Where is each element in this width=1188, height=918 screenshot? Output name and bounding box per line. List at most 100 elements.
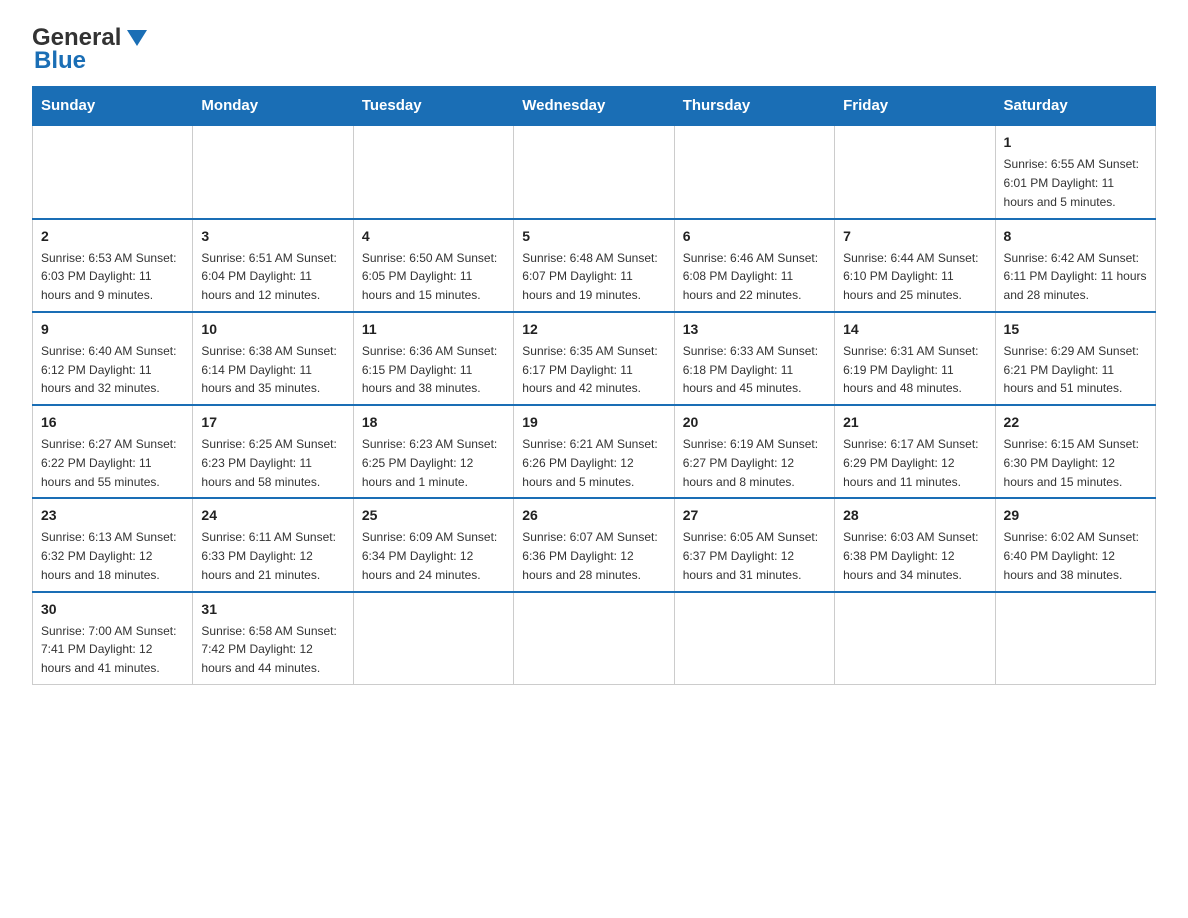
calendar-day-cell: 7 Sunrise: 6:44 AM Sunset: 6:10 PM Daylig…	[835, 219, 995, 312]
day-number: 27	[683, 505, 826, 526]
calendar-day-cell	[835, 125, 995, 218]
day-number: 29	[1004, 505, 1147, 526]
day-info: Sunrise: 6:38 AM Sunset: 6:14 PM Dayligh…	[201, 344, 336, 396]
day-of-week-header: Friday	[835, 87, 995, 126]
day-number: 13	[683, 319, 826, 340]
day-of-week-header: Sunday	[33, 87, 193, 126]
calendar-day-cell: 20 Sunrise: 6:19 AM Sunset: 6:27 PM Dayli…	[674, 405, 834, 498]
day-number: 7	[843, 226, 986, 247]
calendar-day-cell: 28 Sunrise: 6:03 AM Sunset: 6:38 PM Dayli…	[835, 498, 995, 591]
day-info: Sunrise: 6:36 AM Sunset: 6:15 PM Dayligh…	[362, 344, 497, 396]
logo: General Blue	[32, 24, 151, 74]
day-number: 23	[41, 505, 184, 526]
calendar-day-cell: 2 Sunrise: 6:53 AM Sunset: 6:03 PM Daylig…	[33, 219, 193, 312]
day-of-week-header: Saturday	[995, 87, 1155, 126]
calendar-day-cell: 5Sunrise: 6:48 AM Sunset: 6:07 PM Daylig…	[514, 219, 674, 312]
calendar-header-row: SundayMondayTuesdayWednesdayThursdayFrid…	[33, 87, 1156, 126]
day-number: 1	[1004, 132, 1147, 153]
logo-container: General Blue	[32, 24, 151, 74]
day-info: Sunrise: 6:50 AM Sunset: 6:05 PM Dayligh…	[362, 251, 497, 303]
day-number: 18	[362, 412, 505, 433]
day-of-week-header: Wednesday	[514, 87, 674, 126]
day-info: Sunrise: 6:03 AM Sunset: 6:38 PM Dayligh…	[843, 530, 978, 582]
calendar-day-cell: 15 Sunrise: 6:29 AM Sunset: 6:21 PM Dayli…	[995, 312, 1155, 405]
day-info: Sunrise: 6:17 AM Sunset: 6:29 PM Dayligh…	[843, 437, 978, 489]
day-number: 30	[41, 599, 184, 620]
day-number: 15	[1004, 319, 1147, 340]
calendar-day-cell: 16 Sunrise: 6:27 AM Sunset: 6:22 PM Dayli…	[33, 405, 193, 498]
calendar-day-cell	[995, 592, 1155, 685]
day-number: 3	[201, 226, 344, 247]
day-info: Sunrise: 6:19 AM Sunset: 6:27 PM Dayligh…	[683, 437, 818, 489]
day-number: 24	[201, 505, 344, 526]
calendar-week-row: 9Sunrise: 6:40 AM Sunset: 6:12 PM Daylig…	[33, 312, 1156, 405]
calendar-day-cell	[193, 125, 353, 218]
day-info: Sunrise: 6:09 AM Sunset: 6:34 PM Dayligh…	[362, 530, 497, 582]
day-info: Sunrise: 6:07 AM Sunset: 6:36 PM Dayligh…	[522, 530, 657, 582]
day-info: Sunrise: 6:13 AM Sunset: 6:32 PM Dayligh…	[41, 530, 176, 582]
day-number: 6	[683, 226, 826, 247]
day-of-week-header: Tuesday	[353, 87, 513, 126]
day-info: Sunrise: 6:55 AM Sunset: 6:01 PM Dayligh…	[1004, 157, 1139, 209]
day-number: 28	[843, 505, 986, 526]
day-info: Sunrise: 6:53 AM Sunset: 6:03 PM Dayligh…	[41, 251, 176, 303]
day-number: 10	[201, 319, 344, 340]
day-info: Sunrise: 6:02 AM Sunset: 6:40 PM Dayligh…	[1004, 530, 1139, 582]
calendar-day-cell: 10 Sunrise: 6:38 AM Sunset: 6:14 PM Dayli…	[193, 312, 353, 405]
calendar-day-cell: 14Sunrise: 6:31 AM Sunset: 6:19 PM Dayli…	[835, 312, 995, 405]
day-info: Sunrise: 6:21 AM Sunset: 6:26 PM Dayligh…	[522, 437, 657, 489]
day-info: Sunrise: 6:51 AM Sunset: 6:04 PM Dayligh…	[201, 251, 336, 303]
calendar-day-cell: 19Sunrise: 6:21 AM Sunset: 6:26 PM Dayli…	[514, 405, 674, 498]
day-number: 8	[1004, 226, 1147, 247]
calendar-week-row: 30Sunrise: 7:00 AM Sunset: 7:41 PM Dayli…	[33, 592, 1156, 685]
logo-blue-text: Blue	[34, 48, 86, 74]
calendar-day-cell: 3 Sunrise: 6:51 AM Sunset: 6:04 PM Daylig…	[193, 219, 353, 312]
calendar-table: SundayMondayTuesdayWednesdayThursdayFrid…	[32, 86, 1156, 685]
day-number: 20	[683, 412, 826, 433]
calendar-day-cell: 26Sunrise: 6:07 AM Sunset: 6:36 PM Dayli…	[514, 498, 674, 591]
calendar-day-cell: 4Sunrise: 6:50 AM Sunset: 6:05 PM Daylig…	[353, 219, 513, 312]
day-info: Sunrise: 6:48 AM Sunset: 6:07 PM Dayligh…	[522, 251, 657, 303]
calendar-day-cell	[514, 125, 674, 218]
day-info: Sunrise: 6:05 AM Sunset: 6:37 PM Dayligh…	[683, 530, 818, 582]
calendar-day-cell	[514, 592, 674, 685]
day-number: 16	[41, 412, 184, 433]
calendar-day-cell	[674, 592, 834, 685]
calendar-day-cell: 22Sunrise: 6:15 AM Sunset: 6:30 PM Dayli…	[995, 405, 1155, 498]
day-info: Sunrise: 6:27 AM Sunset: 6:22 PM Dayligh…	[41, 437, 176, 489]
calendar-day-cell: 8 Sunrise: 6:42 AM Sunset: 6:11 PM Daylig…	[995, 219, 1155, 312]
calendar-day-cell: 12Sunrise: 6:35 AM Sunset: 6:17 PM Dayli…	[514, 312, 674, 405]
calendar-week-row: 2 Sunrise: 6:53 AM Sunset: 6:03 PM Daylig…	[33, 219, 1156, 312]
day-of-week-header: Monday	[193, 87, 353, 126]
calendar-day-cell: 31Sunrise: 6:58 AM Sunset: 7:42 PM Dayli…	[193, 592, 353, 685]
day-info: Sunrise: 6:25 AM Sunset: 6:23 PM Dayligh…	[201, 437, 336, 489]
page-header: General Blue	[32, 24, 1156, 74]
calendar-day-cell: 13 Sunrise: 6:33 AM Sunset: 6:18 PM Dayli…	[674, 312, 834, 405]
logo-triangle-icon	[123, 24, 151, 52]
calendar-day-cell: 9Sunrise: 6:40 AM Sunset: 6:12 PM Daylig…	[33, 312, 193, 405]
calendar-day-cell: 18Sunrise: 6:23 AM Sunset: 6:25 PM Dayli…	[353, 405, 513, 498]
day-info: Sunrise: 6:11 AM Sunset: 6:33 PM Dayligh…	[201, 530, 336, 582]
calendar-day-cell	[353, 125, 513, 218]
calendar-day-cell: 29 Sunrise: 6:02 AM Sunset: 6:40 PM Dayli…	[995, 498, 1155, 591]
day-info: Sunrise: 6:35 AM Sunset: 6:17 PM Dayligh…	[522, 344, 657, 396]
day-info: Sunrise: 6:29 AM Sunset: 6:21 PM Dayligh…	[1004, 344, 1139, 396]
calendar-day-cell: 23 Sunrise: 6:13 AM Sunset: 6:32 PM Dayli…	[33, 498, 193, 591]
calendar-day-cell	[353, 592, 513, 685]
day-number: 14	[843, 319, 986, 340]
day-info: Sunrise: 6:33 AM Sunset: 6:18 PM Dayligh…	[683, 344, 818, 396]
calendar-day-cell: 25Sunrise: 6:09 AM Sunset: 6:34 PM Dayli…	[353, 498, 513, 591]
day-info: Sunrise: 6:46 AM Sunset: 6:08 PM Dayligh…	[683, 251, 818, 303]
day-info: Sunrise: 6:15 AM Sunset: 6:30 PM Dayligh…	[1004, 437, 1139, 489]
day-info: Sunrise: 6:58 AM Sunset: 7:42 PM Dayligh…	[201, 624, 336, 676]
day-number: 2	[41, 226, 184, 247]
day-of-week-header: Thursday	[674, 87, 834, 126]
calendar-day-cell: 30Sunrise: 7:00 AM Sunset: 7:41 PM Dayli…	[33, 592, 193, 685]
day-info: Sunrise: 6:44 AM Sunset: 6:10 PM Dayligh…	[843, 251, 978, 303]
calendar-day-cell	[835, 592, 995, 685]
day-info: Sunrise: 6:42 AM Sunset: 6:11 PM Dayligh…	[1004, 251, 1147, 303]
calendar-day-cell	[33, 125, 193, 218]
day-number: 9	[41, 319, 184, 340]
calendar-week-row: 1 Sunrise: 6:55 AM Sunset: 6:01 PM Daylig…	[33, 125, 1156, 218]
calendar-day-cell: 6 Sunrise: 6:46 AM Sunset: 6:08 PM Daylig…	[674, 219, 834, 312]
